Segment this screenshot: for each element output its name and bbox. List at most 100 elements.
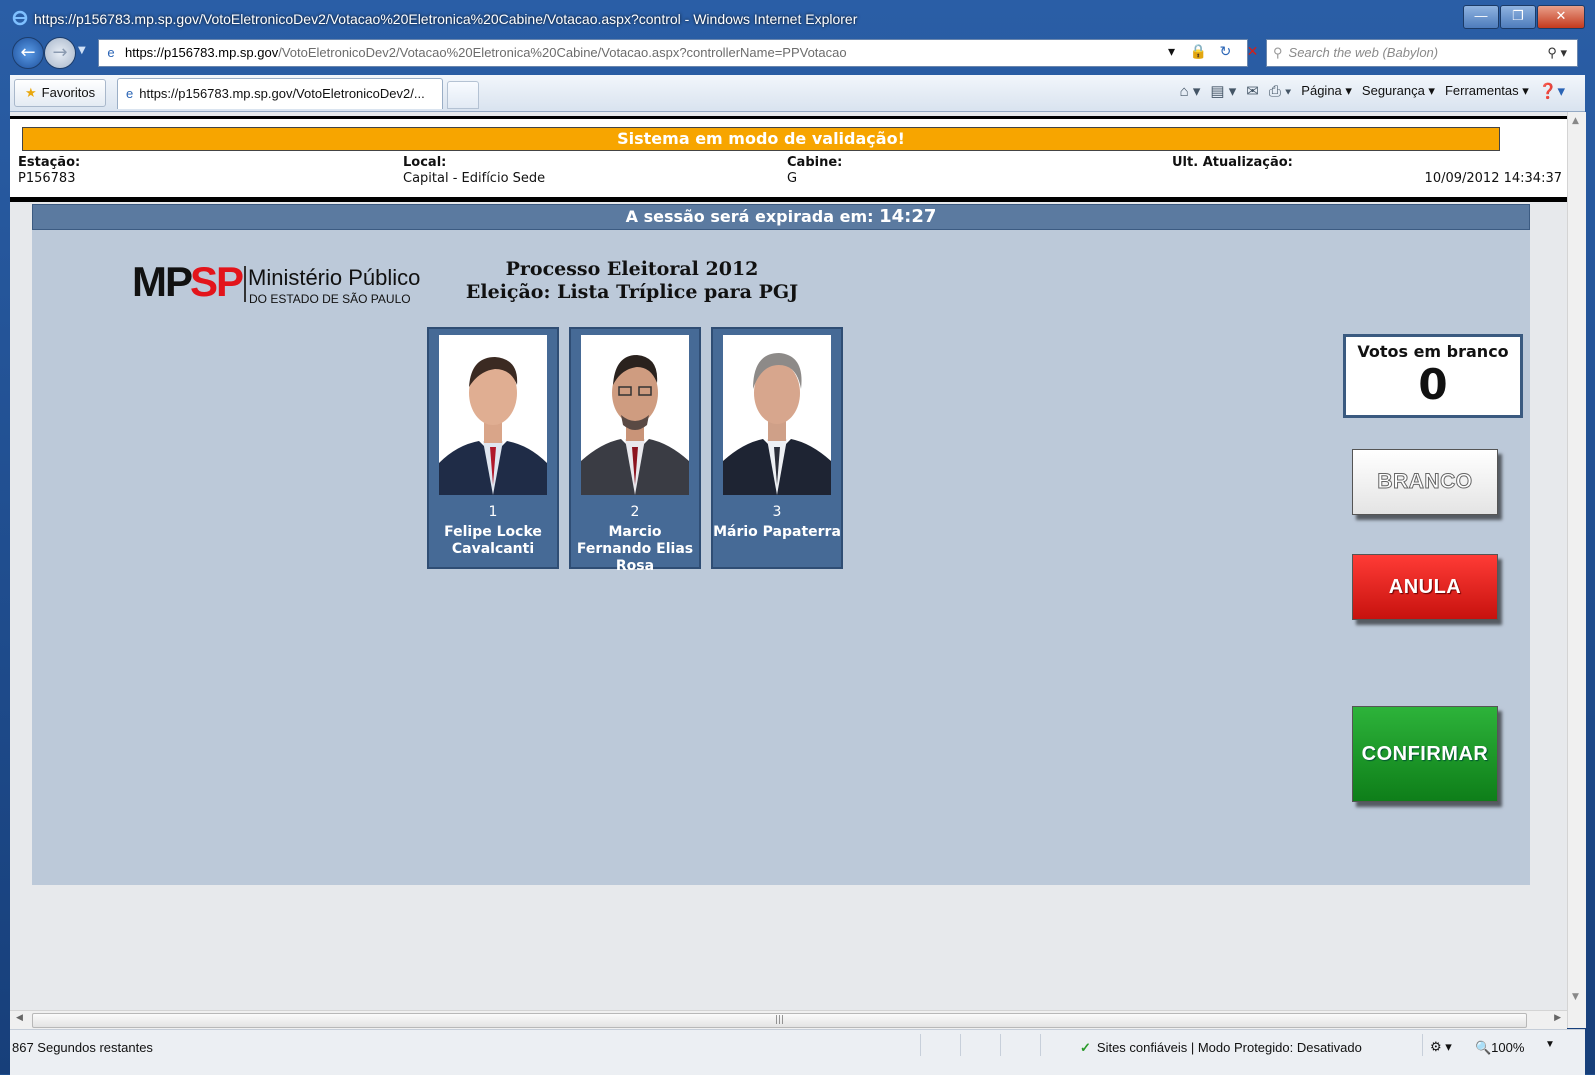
- blank-votes-count: 0: [1418, 360, 1448, 409]
- browser-window: https://p156783.mp.sp.gov/VotoEletronico…: [0, 0, 1595, 1075]
- ie-logo-icon: [12, 10, 28, 26]
- blank-votes-counter: Votos em branco 0: [1343, 334, 1523, 418]
- help-icon[interactable]: ❓▾: [1539, 82, 1565, 100]
- candidate-card-2[interactable]: 2 Marcio Fernando Elias Rosa: [569, 327, 701, 574]
- session-time: 14:27: [879, 206, 937, 227]
- election-title: Processo Eleitoral 2012 Eleição: Lista T…: [422, 258, 842, 304]
- refresh-icon[interactable]: ↻: [1212, 39, 1239, 65]
- horizontal-scroll-thumb[interactable]: |||: [32, 1013, 1527, 1028]
- local-value: Capital - Edifício Sede: [403, 171, 546, 186]
- local-label: Local:: [403, 155, 447, 170]
- election-line2: Eleição: Lista Tríplice para PGJ: [465, 281, 799, 303]
- vertical-scrollbar[interactable]: ▲ ▼: [1567, 112, 1586, 1028]
- cabin-value: G: [787, 171, 798, 186]
- candidate-card-1[interactable]: 1 Felipe Locke Cavalcanti: [427, 327, 559, 569]
- tab-label: https://p156783.mp.sp.gov/VotoEletronico…: [139, 86, 425, 101]
- restore-button[interactable]: ❐: [1500, 5, 1536, 29]
- back-button[interactable]: ←: [12, 37, 44, 69]
- mail-icon[interactable]: ✉: [1246, 82, 1259, 100]
- menu-tools[interactable]: Ferramentas ▾: [1445, 83, 1529, 99]
- status-divider: [960, 1034, 961, 1056]
- anula-button[interactable]: ANULA: [1352, 554, 1498, 620]
- cabin-info: Cabine: G: [787, 155, 842, 187]
- address-path: /VotoEletronicoDev2/Votacao%20Eletronica…: [278, 45, 847, 60]
- history-dropdown-icon[interactable]: ▼: [78, 45, 86, 56]
- candidate-photo: [439, 335, 547, 495]
- check-icon: ✓: [1080, 1040, 1091, 1055]
- stop-icon[interactable]: ✕: [1239, 39, 1266, 65]
- update-info: Ult. Atualização:: [1172, 155, 1293, 171]
- status-text: 867 Segundos restantes: [12, 1040, 153, 1055]
- horizontal-scrollbar[interactable]: ◀ ||| ▶: [10, 1010, 1567, 1029]
- navigation-bar: ← → ▼ e https://p156783.mp.sp.gov/VotoEle…: [10, 36, 1585, 70]
- tab-active[interactable]: e https://p156783.mp.sp.gov/VotoEletronic…: [117, 78, 443, 109]
- confirmar-button[interactable]: CONFIRMAR: [1352, 706, 1498, 802]
- title-bar: https://p156783.mp.sp.gov/VotoEletronico…: [10, 5, 1585, 33]
- scroll-right-icon[interactable]: ▶: [1554, 1013, 1561, 1023]
- station-value: P156783: [18, 171, 76, 186]
- cabin-label: Cabine:: [787, 155, 843, 170]
- search-icon: ⚲: [1273, 45, 1283, 60]
- station-info: Estação: P156783: [18, 155, 80, 187]
- menu-security[interactable]: Segurança ▾: [1362, 83, 1435, 99]
- lock-icon[interactable]: 🔒: [1185, 39, 1212, 65]
- address-dropdown-icon[interactable]: ▾: [1158, 39, 1185, 65]
- page-header: Sistema em modo de validação! Estação: P…: [10, 116, 1567, 202]
- page-icon: e: [107, 45, 115, 60]
- window-title: https://p156783.mp.sp.gov/VotoEletronico…: [34, 11, 858, 27]
- zoom-dropdown-icon[interactable]: ▼: [1545, 1039, 1555, 1050]
- branco-button[interactable]: BRANCO: [1352, 449, 1498, 515]
- candidate-name: Marcio Fernando Elias Rosa: [576, 524, 694, 574]
- forward-button[interactable]: →: [44, 37, 76, 69]
- logo-mp: MP: [132, 258, 193, 305]
- session-text: A sessão será expirada em:: [625, 207, 880, 226]
- minimize-button[interactable]: —: [1463, 5, 1499, 29]
- menu-page[interactable]: Página ▾: [1301, 83, 1352, 99]
- candidate-number: 2: [630, 504, 640, 520]
- scroll-down-icon[interactable]: ▼: [1572, 992, 1579, 1002]
- scroll-left-icon[interactable]: ◀: [16, 1013, 23, 1023]
- new-tab-button[interactable]: [447, 81, 479, 109]
- candidate-photo: [581, 335, 689, 495]
- address-domain: https://p156783.mp.sp.gov: [125, 45, 279, 60]
- page-viewport: Sistema em modo de validação! Estação: P…: [10, 112, 1567, 1010]
- status-divider: [920, 1034, 921, 1056]
- star-icon: ★: [25, 85, 37, 100]
- blank-votes-label: Votos em branco: [1357, 342, 1509, 361]
- logo-divider: [244, 266, 246, 302]
- command-bar: ★ Favoritos e https://p156783.mp.sp.gov/Vo…: [10, 75, 1585, 112]
- search-input[interactable]: ⚲ Search the web (Babylon) ⚲ ▾: [1266, 39, 1578, 67]
- session-timer-bar: A sessão será expirada em: 14:27: [32, 204, 1530, 230]
- status-bar: 867 Segundos restantes ✓ Sites confiáveis…: [10, 1029, 1585, 1075]
- popup-blocker-icon[interactable]: ⚙ ▾: [1430, 1039, 1452, 1055]
- candidate-name: Felipe Locke Cavalcanti: [444, 524, 542, 557]
- search-placeholder: Search the web (Babylon): [1288, 45, 1439, 60]
- home-icon[interactable]: ⌂ ▾: [1180, 82, 1201, 100]
- election-line1: Processo Eleitoral 2012: [505, 258, 759, 280]
- back-arrow-icon: ←: [20, 42, 36, 63]
- voting-panel: MP SP Ministério Público DO ESTADO DE SÃ…: [32, 230, 1530, 885]
- candidate-photo: [723, 335, 831, 495]
- logo-state: DO ESTADO DE SÃO PAULO: [249, 292, 411, 306]
- logo-name: Ministério Público: [248, 265, 421, 290]
- favorites-button[interactable]: ★ Favoritos: [14, 79, 107, 107]
- print-icon[interactable]: ⎙ ▾: [1269, 83, 1291, 100]
- update-label: Ult. Atualização:: [1172, 155, 1293, 170]
- status-divider: [1422, 1034, 1423, 1056]
- update-value: 10/09/2012 14:34:37: [1424, 171, 1562, 186]
- feeds-icon[interactable]: ▤ ▾: [1210, 82, 1236, 100]
- candidate-number: 1: [488, 504, 498, 520]
- forward-arrow-icon: →: [52, 42, 68, 63]
- security-zone-label: Sites confiáveis | Modo Protegido: Desat…: [1096, 1040, 1362, 1055]
- close-window-button[interactable]: ✕: [1537, 5, 1585, 29]
- scroll-up-icon[interactable]: ▲: [1572, 116, 1579, 126]
- logo-sp: SP: [190, 258, 244, 305]
- favorites-label: Favoritos: [41, 85, 96, 100]
- search-go-icon[interactable]: ⚲ ▾: [1547, 40, 1567, 66]
- candidate-card-3[interactable]: 3 Mário Papaterra: [711, 327, 843, 569]
- address-bar[interactable]: e https://p156783.mp.sp.gov/VotoEletronic…: [98, 39, 1248, 67]
- zoom-level[interactable]: 🔍100%: [1475, 1040, 1524, 1056]
- candidate-name: Mário Papaterra: [713, 524, 841, 540]
- security-zone[interactable]: ✓ Sites confiáveis | Modo Protegido: Desa…: [1080, 1040, 1362, 1056]
- candidate-list: 1 Felipe Locke Cavalcanti 2 Marcio Ferna…: [427, 327, 853, 574]
